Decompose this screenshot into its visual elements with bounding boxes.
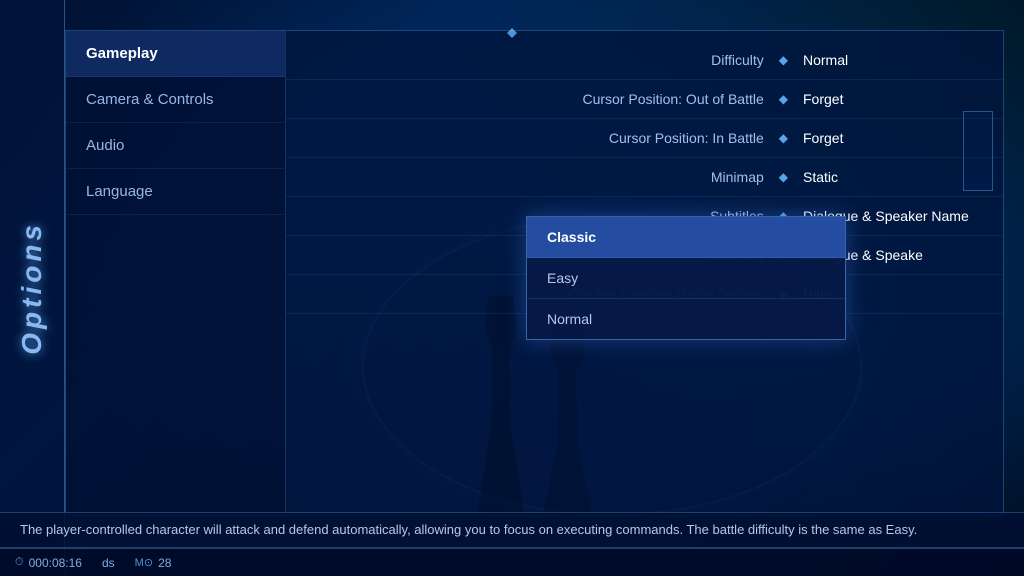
- nav-item-audio[interactable]: Audio: [66, 123, 285, 169]
- chat-log-dropdown: Classic Easy Normal: [526, 216, 846, 340]
- setting-value-cursor-out[interactable]: Forget: [803, 91, 983, 107]
- status-steps: ds: [102, 556, 115, 570]
- description-text: The player-controlled character will att…: [20, 522, 917, 537]
- time-value: 000:08:16: [29, 556, 82, 570]
- setting-label-cursor-out: Cursor Position: Out of Battle: [306, 91, 779, 107]
- setting-arrow-cursor-out: ◆: [779, 92, 788, 106]
- clock-icon: ⏱: [15, 556, 24, 569]
- dropdown-item-classic[interactable]: Classic: [527, 217, 845, 258]
- main-panel: Gameplay Camera & Controls Audio Languag…: [65, 30, 1004, 516]
- nav-item-language[interactable]: Language: [66, 169, 285, 215]
- status-money: M⊙ 28: [135, 556, 172, 570]
- step-label: ds: [102, 556, 115, 570]
- setting-row-cursor-out: Cursor Position: Out of Battle ◆ Forget: [286, 80, 1003, 119]
- money-value: 28: [158, 556, 171, 570]
- options-sidebar: Options: [0, 0, 65, 576]
- money-icon: M⊙: [135, 556, 153, 569]
- setting-label-difficulty: Difficulty: [306, 52, 779, 68]
- setting-arrow-minimap: ◆: [779, 170, 788, 184]
- setting-arrow-cursor-in: ◆: [779, 131, 788, 145]
- options-title: Options: [16, 221, 48, 355]
- setting-label-cursor-in: Cursor Position: In Battle: [306, 130, 779, 146]
- setting-value-minimap[interactable]: Static: [803, 169, 983, 185]
- setting-row-minimap: Minimap ◆ Static: [286, 158, 1003, 197]
- dropdown-item-easy[interactable]: Easy: [527, 258, 845, 299]
- nav-item-gameplay[interactable]: Gameplay: [66, 31, 285, 77]
- setting-row-cursor-in: Cursor Position: In Battle ◆ Forget: [286, 119, 1003, 158]
- setting-label-minimap: Minimap: [306, 169, 779, 185]
- status-time: ⏱ 000:08:16: [15, 556, 82, 570]
- setting-value-cursor-in[interactable]: Forget: [803, 130, 983, 146]
- right-panel-decoration: [963, 111, 993, 191]
- setting-row-difficulty: Difficulty ◆ Normal: [286, 41, 1003, 80]
- status-bar: ⏱ 000:08:16 ds M⊙ 28: [0, 548, 1024, 576]
- setting-value-difficulty[interactable]: Normal: [803, 52, 983, 68]
- nav-item-camera[interactable]: Camera & Controls: [66, 77, 285, 123]
- nav-menu: Gameplay Camera & Controls Audio Languag…: [66, 31, 286, 515]
- description-bar: The player-controlled character will att…: [0, 512, 1024, 548]
- setting-arrow-difficulty: ◆: [779, 53, 788, 67]
- dropdown-item-normal[interactable]: Normal: [527, 299, 845, 339]
